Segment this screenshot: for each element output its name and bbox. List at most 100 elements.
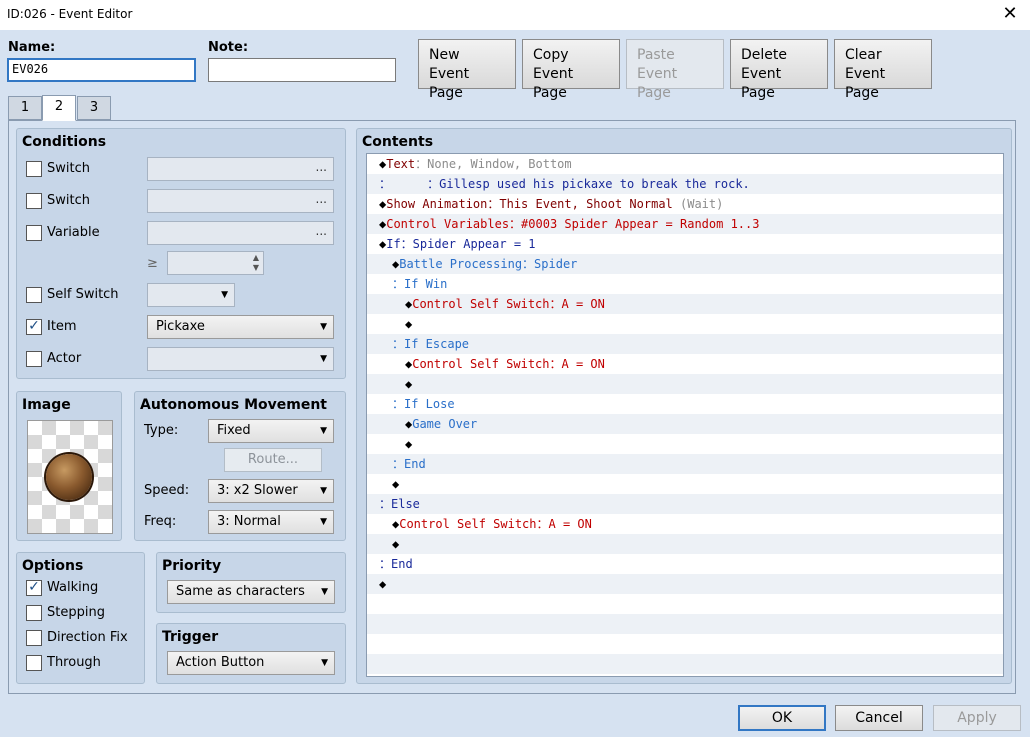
item-select-value: Pickaxe (156, 319, 205, 334)
note-input[interactable] (208, 58, 396, 82)
command-row[interactable]: ：End (367, 454, 1003, 474)
command-row[interactable]: ◆ (367, 434, 1003, 454)
command-row[interactable] (367, 614, 1003, 634)
movement-freq-select[interactable]: 3: Normal ▼ (208, 510, 334, 534)
command-text: ：Else (379, 497, 420, 511)
paste-event-page-line2: Event Page (637, 66, 678, 101)
stepping-label: Stepping (47, 605, 105, 620)
switch2-checkbox[interactable] (26, 193, 42, 209)
clear-event-page-button[interactable]: Clear Event Page (834, 39, 932, 101)
switch2-dots: ... (315, 192, 327, 206)
actor-checkbox[interactable] (26, 351, 42, 367)
trigger-select[interactable]: Action Button ▼ (167, 651, 335, 675)
command-row[interactable] (367, 654, 1003, 674)
actor-label: Actor (47, 351, 82, 366)
priority-select[interactable]: Same as characters ▼ (167, 580, 335, 604)
through-label: Through (47, 655, 101, 670)
command-row[interactable]: ◆Text：None, Window, Bottom (367, 154, 1003, 174)
stepping-checkbox[interactable] (26, 605, 42, 621)
delete-event-page-button[interactable]: Delete Event Page (730, 39, 828, 101)
image-title: Image (22, 397, 71, 413)
paste-event-page-button[interactable]: Paste Event Page (626, 39, 724, 101)
command-row[interactable]: ：End (367, 554, 1003, 574)
switch1-checkbox[interactable] (26, 161, 42, 177)
command-row[interactable]: ◆Control Self Switch：A = ON (367, 514, 1003, 534)
command-text: ： ： (379, 177, 440, 191)
name-input[interactable]: EV026 (7, 58, 196, 82)
self-switch-label: Self Switch (47, 287, 119, 302)
command-row[interactable]: ◆Battle Processing：Spider (367, 254, 1003, 274)
command-row[interactable]: ：Else (367, 494, 1003, 514)
variable-checkbox[interactable] (26, 225, 42, 241)
movement-speed-select[interactable]: 3: x2 Slower ▼ (208, 479, 334, 503)
actor-select[interactable]: ▼ (147, 347, 334, 371)
command-row[interactable]: ◆ (367, 534, 1003, 554)
command-row[interactable]: ◆ (367, 474, 1003, 494)
command-row[interactable]: ：If Win (367, 274, 1003, 294)
options-group: Options ✓ Walking Stepping Direction Fix… (16, 552, 145, 684)
command-row[interactable] (367, 634, 1003, 654)
self-switch-select[interactable]: ▼ (147, 283, 235, 307)
command-row[interactable]: ◆ (367, 374, 1003, 394)
copy-event-page-button[interactable]: Copy Event Page (522, 39, 620, 101)
item-label: Item (47, 319, 77, 334)
priority-value: Same as characters (176, 584, 305, 599)
event-command-list[interactable]: ◆Text：None, Window, Bottom： ：Gillesp use… (366, 153, 1004, 677)
new-event-page-button[interactable]: New Event Page (418, 39, 516, 101)
command-row[interactable]: ◆If：Spider Appear = 1 (367, 234, 1003, 254)
command-row[interactable]: ◆Control Self Switch：A = ON (367, 354, 1003, 374)
cancel-button[interactable]: Cancel (835, 705, 923, 731)
delete-event-page-line2: Event Page (741, 66, 782, 101)
through-checkbox[interactable] (26, 655, 42, 671)
command-text: If：Spider Appear = 1 (386, 237, 536, 251)
close-icon[interactable]: ✕ (1000, 3, 1020, 24)
event-image-preview[interactable] (27, 420, 113, 534)
priority-group: Priority Same as characters ▼ (156, 552, 346, 613)
type-label: Type: (144, 423, 179, 438)
switch2-field[interactable]: ... (147, 189, 334, 213)
item-checkbox[interactable]: ✓ (26, 319, 42, 335)
chevron-down-icon: ▼ (321, 587, 328, 597)
self-switch-checkbox[interactable] (26, 287, 42, 303)
switch1-field[interactable]: ... (147, 157, 334, 181)
command-row[interactable]: ◆ (367, 574, 1003, 594)
command-row[interactable]: ◆Control Variables：#0003 Spider Appear =… (367, 214, 1003, 234)
freq-label: Freq: (144, 514, 177, 529)
chevron-down-icon: ▼ (320, 354, 327, 364)
variable-value-spinner[interactable]: ▲ ▼ (167, 251, 264, 275)
apply-button[interactable]: Apply (933, 705, 1021, 731)
variable-field[interactable]: ... (147, 221, 334, 245)
chevron-down-icon: ▼ (320, 322, 327, 332)
diamond-icon: ◆ (405, 437, 413, 451)
item-select[interactable]: Pickaxe ▼ (147, 315, 334, 339)
tab-page-1[interactable]: 1 (8, 96, 42, 120)
command-row[interactable]: ◆Control Self Switch：A = ON (367, 294, 1003, 314)
command-text: ：End (392, 457, 426, 471)
name-label: Name: (8, 40, 56, 55)
walking-checkbox[interactable]: ✓ (26, 580, 42, 596)
command-text: Game Over (412, 417, 478, 431)
direction-fix-checkbox[interactable] (26, 630, 42, 646)
command-row[interactable]: ：If Escape (367, 334, 1003, 354)
switch1-dots: ... (315, 160, 327, 174)
movement-type-select[interactable]: Fixed ▼ (208, 419, 334, 443)
command-row[interactable]: ： ：Gillesp used his pickaxe to break the… (367, 174, 1003, 194)
image-group: Image (16, 391, 122, 541)
chevron-down-icon: ▼ (320, 486, 327, 496)
command-row[interactable]: ◆Show Animation：This Event, Shoot Normal… (367, 194, 1003, 214)
command-row[interactable]: ：If Lose (367, 394, 1003, 414)
diamond-icon: ◆ (392, 477, 400, 491)
command-row[interactable] (367, 594, 1003, 614)
command-row[interactable]: ◆ (367, 314, 1003, 334)
route-button[interactable]: Route... (224, 448, 322, 472)
command-text: Control Self Switch：A = ON (399, 517, 592, 531)
diamond-icon: ◆ (405, 377, 413, 391)
tab-page-3[interactable]: 3 (77, 96, 111, 120)
diamond-icon: ◆ (392, 537, 400, 551)
tab-page-2[interactable]: 2 (42, 95, 76, 121)
command-row[interactable]: ◆Game Over (367, 414, 1003, 434)
movement-type-value: Fixed (217, 423, 251, 438)
spinner-arrows-icon[interactable]: ▲ ▼ (253, 253, 259, 273)
ok-button[interactable]: OK (738, 705, 826, 731)
direction-fix-label: Direction Fix (47, 630, 128, 645)
